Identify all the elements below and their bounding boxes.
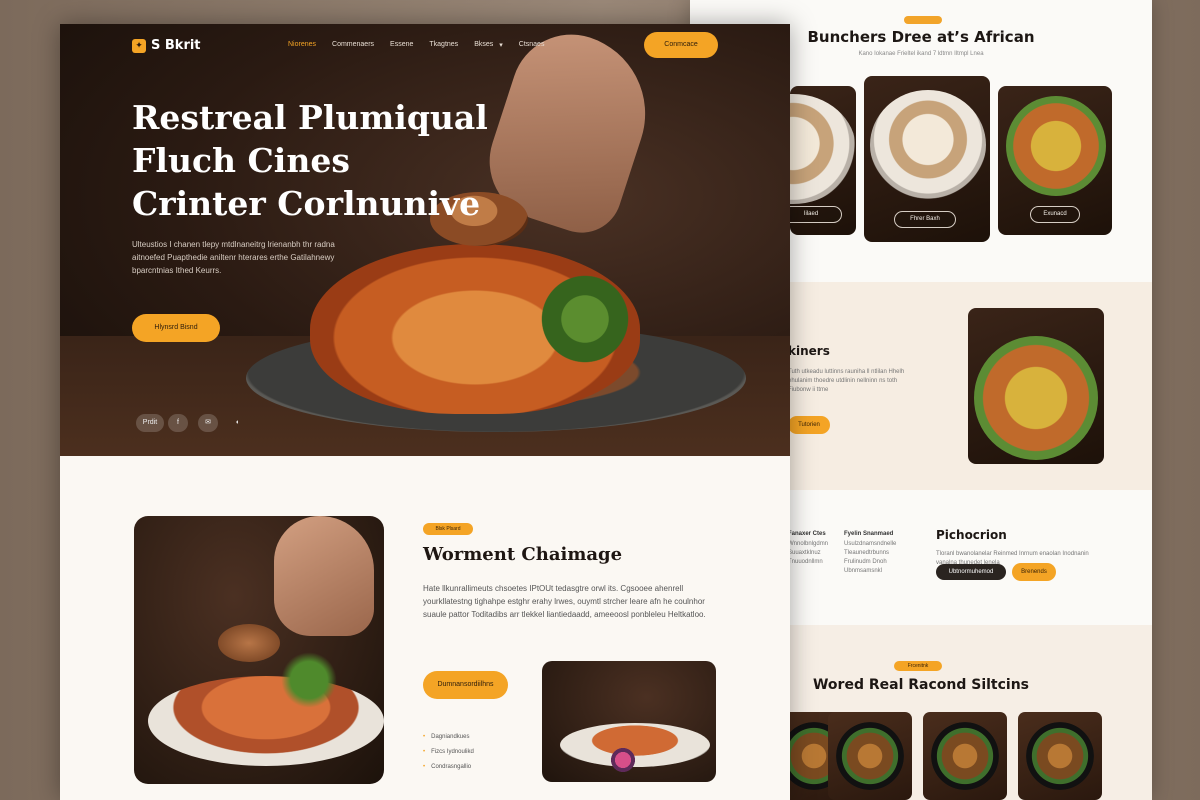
dish-card-button[interactable]: Fhrer Baxh bbox=[894, 211, 956, 228]
info-col1-title: Fanaxer Ctes bbox=[788, 531, 826, 537]
nav-item[interactable]: Ctsnaes bbox=[519, 41, 545, 49]
nav-item[interactable]: Tkagtnes bbox=[429, 41, 458, 49]
feature-image bbox=[134, 516, 384, 784]
nav-item[interactable]: Bkses bbox=[474, 41, 493, 49]
info-col2-item: Usulzdnamsndnelle bbox=[844, 541, 897, 547]
dish-card-1[interactable]: Iilaed bbox=[790, 86, 856, 235]
info-col2-title: Fyelin Snanmaed bbox=[844, 531, 894, 537]
logo-text: S Bkrit bbox=[151, 38, 201, 53]
facebook-icon[interactable]: f bbox=[168, 414, 188, 432]
hero-section: ✦ S Bkrit Niorenes Commenaers Essene Tka… bbox=[60, 24, 790, 456]
recipe-thumb-2[interactable] bbox=[828, 712, 912, 800]
feature-bowl bbox=[148, 676, 384, 766]
dish-card-3[interactable]: Exunacd bbox=[998, 86, 1112, 235]
info-dark-button[interactable]: Ubtnormuhemod bbox=[936, 564, 1006, 580]
social-links: Prdit f ✉ ◐ bbox=[136, 414, 248, 432]
info-col1-item: Suuaxtklnuz bbox=[788, 550, 821, 556]
feature-herbs bbox=[274, 650, 344, 710]
dish-plate bbox=[790, 94, 856, 204]
hero-title: Restreal Plumiqual Fluch Cines Crinter C… bbox=[132, 98, 488, 223]
feature-tag: Blsk Plsard bbox=[423, 523, 473, 535]
list-item: Fizcs Iydnoulikd bbox=[423, 745, 474, 760]
logo-icon: ✦ bbox=[132, 38, 146, 53]
circle-icon[interactable]: ◐ bbox=[228, 414, 248, 432]
site-logo[interactable]: ✦ S Bkrit bbox=[132, 38, 201, 53]
recipe-thumb-3[interactable] bbox=[923, 712, 1007, 800]
header-cta-button[interactable]: Conmcace bbox=[644, 32, 718, 58]
info-col1-item: Wnnolbnlgdmn bbox=[788, 541, 829, 547]
feature-list: Dagniandkues Fizcs Iydnoulikd Condrasnga… bbox=[423, 730, 474, 775]
mail-icon[interactable]: ✉ bbox=[198, 414, 218, 432]
nav-item[interactable]: Essene bbox=[390, 41, 413, 49]
dish-card-button[interactable]: Iilaed bbox=[790, 206, 842, 223]
dish-food bbox=[1006, 96, 1106, 196]
info-heading: Pichocrion bbox=[936, 528, 1007, 542]
list-item: Condrasngallio bbox=[423, 760, 474, 775]
recipe-bowl bbox=[836, 722, 904, 790]
social-button[interactable]: Prdit bbox=[136, 414, 164, 432]
feature-button[interactable]: Dumnansordiilhns bbox=[423, 671, 508, 699]
chevron-down-icon[interactable]: ▾ bbox=[499, 41, 503, 49]
section-tag bbox=[904, 16, 942, 24]
story-text: Tuth utkeadu luttinns rauniha ll ntlilan… bbox=[788, 369, 905, 393]
nav-item[interactable]: Niorenes bbox=[288, 41, 316, 49]
story-image bbox=[968, 308, 1104, 464]
list-item: Dagniandkues bbox=[423, 730, 474, 745]
nav-item[interactable]: Commenaers bbox=[332, 41, 374, 49]
dish-plate bbox=[870, 90, 986, 200]
recipe-thumb-4[interactable] bbox=[1018, 712, 1102, 800]
info-col1-item: Tnuuodnllmn bbox=[788, 559, 823, 565]
flower-garnish bbox=[608, 747, 638, 773]
hero-cta-button[interactable]: Hlynsrd Bisnd bbox=[132, 314, 220, 342]
feature-title: Worment Chaimage bbox=[423, 544, 623, 565]
feature-hand bbox=[274, 516, 374, 636]
recipe-bowl bbox=[1026, 722, 1094, 790]
main-nav: Niorenes Commenaers Essene Tkagtnes Bkse… bbox=[288, 41, 544, 49]
dish-card-2[interactable]: Fhrer Baxh bbox=[864, 76, 990, 242]
story-button[interactable]: Tutorien bbox=[788, 416, 830, 434]
recipes-tag: Frcenitnk bbox=[894, 661, 942, 671]
info-col2-item: Frulinudm Dnoh bbox=[844, 559, 887, 565]
info-col2-item: Tleaunedtrbunns bbox=[844, 550, 890, 556]
recipe-bowl bbox=[931, 722, 999, 790]
feature-body: Hate llkunrallimeuts chsoetes IPtOUt ted… bbox=[423, 584, 706, 619]
feature-meat bbox=[218, 624, 280, 662]
story-food bbox=[974, 336, 1098, 460]
info-col2-item: Ubnmsamsnkl bbox=[844, 568, 883, 574]
main-page: ✦ S Bkrit Niorenes Commenaers Essene Tka… bbox=[60, 24, 790, 800]
hero-herbs bbox=[530, 264, 640, 374]
story-heading: kiners bbox=[788, 344, 830, 358]
hero-description: Ulteustios I chanen tlepy mtdlnaneitrg l… bbox=[132, 240, 335, 275]
info-orange-button[interactable]: Brenends bbox=[1012, 563, 1056, 581]
feature-small-image bbox=[542, 661, 716, 782]
dish-card-button[interactable]: Exunacd bbox=[1030, 206, 1080, 223]
